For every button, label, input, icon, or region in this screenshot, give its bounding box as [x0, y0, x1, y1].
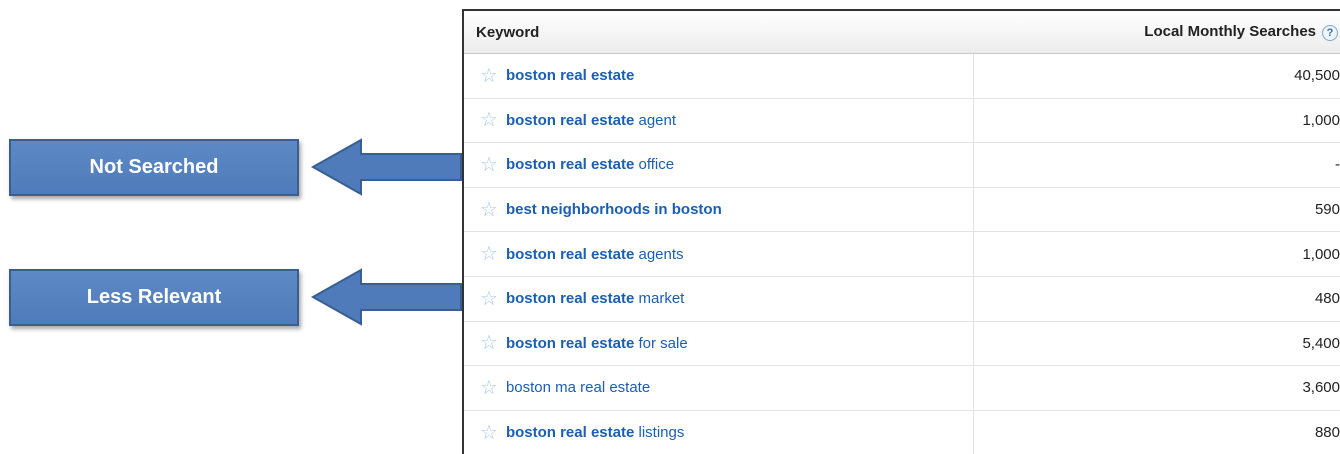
- keyword-bold-text: best neighborhoods in boston: [505, 201, 722, 219]
- not-searched-callout: Not Searched: [9, 139, 299, 196]
- table-header: Keyword Local Monthly Searches?: [464, 11, 1340, 54]
- not-searched-label: Not Searched: [89, 156, 219, 178]
- search-volume-cell: 40,500: [1294, 67, 1340, 85]
- table-row: ☆ best neighborhoods in boston 590: [464, 187, 1340, 233]
- star-icon[interactable]: ☆: [480, 110, 498, 130]
- search-volume-cell: 1,000: [1302, 245, 1340, 263]
- keyword-link[interactable]: boston real estate for sale: [506, 335, 688, 352]
- column-header-searches[interactable]: Local Monthly Searches?: [974, 23, 1340, 41]
- keyword-rest-text: office: [634, 156, 675, 174]
- star-icon[interactable]: ☆: [480, 200, 498, 220]
- star-icon[interactable]: ☆: [480, 378, 498, 398]
- keyword-link[interactable]: boston real estate: [506, 67, 634, 84]
- star-icon[interactable]: ☆: [480, 244, 498, 264]
- keyword-rest-text: for sale: [634, 334, 688, 352]
- keyword-cell: ☆ boston real estate office: [464, 143, 974, 187]
- search-volume-cell: 480: [1314, 290, 1340, 308]
- search-volume-cell: 1,000: [1302, 111, 1340, 129]
- keyword-link[interactable]: boston ma real estate: [506, 379, 650, 396]
- keyword-rest-text: boston ma real estate: [505, 379, 651, 397]
- table-body: ☆ boston real estate 40,500 ☆ boston real es…: [464, 54, 1340, 454]
- keyword-link[interactable]: boston real estate market: [506, 290, 684, 307]
- keyword-bold-text: boston real estate: [505, 67, 635, 85]
- keyword-link[interactable]: boston real estate listings: [506, 424, 684, 441]
- less-relevant-label: Less Relevant: [86, 286, 222, 308]
- table-row: ☆ boston real estate agent 1,000: [464, 98, 1340, 144]
- star-icon[interactable]: ☆: [480, 289, 498, 309]
- table-row: ☆ boston real estate 40,500: [464, 54, 1340, 99]
- keyword-cell: ☆ boston real estate listings: [464, 410, 974, 454]
- table-row: ☆ boston real estate listings 880: [464, 410, 1340, 454]
- keyword-bold-text: boston real estate: [505, 424, 635, 442]
- table-row: ☆ boston real estate office -: [464, 143, 1340, 188]
- keyword-bold-text: boston real estate: [505, 334, 635, 352]
- search-volume-cell: -: [1335, 156, 1340, 174]
- keyword-cell: ☆ boston real estate agent: [464, 98, 974, 143]
- keyword-cell: ☆ boston real estate: [464, 54, 974, 98]
- keyword-cell: ☆ boston ma real estate: [464, 366, 974, 410]
- keyword-link[interactable]: boston real estate agent: [506, 112, 676, 129]
- search-volume-cell: 5,400: [1302, 334, 1340, 352]
- keyword-cell: ☆ boston real estate for sale: [464, 321, 974, 366]
- keyword-table: Keyword Local Monthly Searches? ☆ boston …: [462, 9, 1340, 454]
- search-volume-cell: 590: [1314, 201, 1340, 219]
- left-arrow-icon: [310, 268, 462, 326]
- table-row: ☆ boston ma real estate 3,600: [464, 366, 1340, 411]
- search-volume-cell: 880: [1314, 424, 1340, 442]
- keyword-cell: ☆ best neighborhoods in boston: [464, 187, 974, 232]
- keyword-cell: ☆ boston real estate agents: [464, 232, 974, 276]
- search-volume-cell: 3,600: [1302, 379, 1340, 397]
- less-relevant-callout: Less Relevant: [9, 269, 299, 326]
- column-header-keyword[interactable]: Keyword: [464, 24, 974, 41]
- left-arrow-icon: [310, 138, 462, 196]
- star-icon[interactable]: ☆: [480, 423, 498, 443]
- keyword-bold-text: boston real estate: [505, 245, 635, 263]
- keyword-cell: ☆ boston real estate market: [464, 276, 974, 321]
- star-icon[interactable]: ☆: [480, 66, 498, 86]
- keyword-link[interactable]: boston real estate office: [506, 156, 674, 173]
- keyword-bold-text: boston real estate: [505, 290, 635, 308]
- keyword-link[interactable]: boston real estate agents: [506, 246, 684, 263]
- keyword-link[interactable]: best neighborhoods in boston: [506, 201, 722, 218]
- table-row: ☆ boston real estate agents 1,000: [464, 232, 1340, 277]
- column-header-searches-label: Local Monthly Searches: [1144, 23, 1316, 41]
- keyword-rest-text: listings: [634, 424, 685, 442]
- star-icon[interactable]: ☆: [480, 155, 498, 175]
- help-icon[interactable]: ?: [1322, 24, 1338, 41]
- keyword-rest-text: agents: [634, 245, 684, 263]
- table-row: ☆ boston real estate for sale 5,400: [464, 321, 1340, 367]
- keyword-bold-text: boston real estate: [505, 111, 635, 129]
- keyword-rest-text: market: [634, 290, 685, 308]
- keyword-rest-text: agent: [634, 111, 677, 129]
- keyword-bold-text: boston real estate: [505, 156, 635, 174]
- star-icon[interactable]: ☆: [480, 333, 498, 353]
- table-row: ☆ boston real estate market 480: [464, 276, 1340, 322]
